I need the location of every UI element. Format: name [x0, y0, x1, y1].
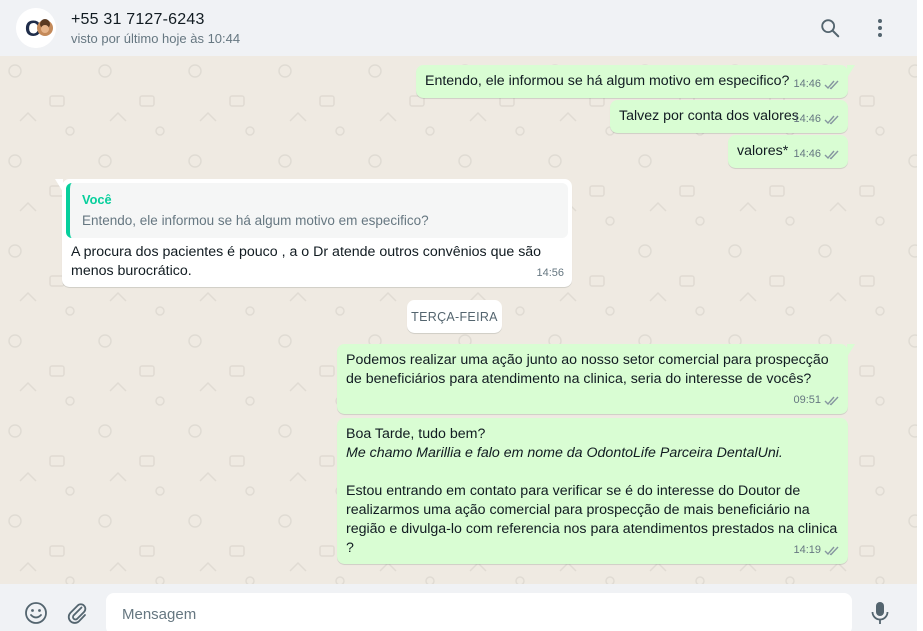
message-time: 14:56 [536, 267, 564, 279]
search-icon[interactable] [816, 14, 844, 42]
quote-author: Você [82, 192, 112, 207]
message-text-line: ? [346, 540, 354, 556]
message-meta: 14:46 [793, 75, 840, 94]
double-check-icon [824, 80, 839, 90]
message-text-line: Estou entrando em contato para verificar… [346, 483, 801, 499]
double-check-icon [824, 115, 839, 125]
contact-info[interactable]: +55 31 7127-6243 visto por último hoje à… [71, 9, 240, 48]
message-text-line: menos burocrático. [71, 263, 192, 279]
bubble-tail [847, 344, 855, 357]
message-time: 14:46 [793, 78, 821, 90]
message-text-line: região e divulga-lo com referencia nos p… [346, 521, 838, 537]
message-text-line-italic: Me chamo Marillia e falo em nome da Odon… [346, 445, 783, 461]
message-text-line: A procura dos pacientes é pouco , a o Dr… [71, 244, 542, 260]
message-text: Entendo, ele informou se há algum motivo… [425, 73, 790, 89]
menu-icon[interactable] [866, 14, 894, 42]
contact-name: +55 31 7127-6243 [71, 10, 205, 28]
message-input[interactable] [106, 593, 852, 631]
message-time: 14:46 [793, 113, 821, 125]
composer-bar [0, 584, 917, 631]
double-check-icon [824, 546, 839, 556]
day-separator: TERÇA-FEIRA [407, 300, 502, 333]
message-meta: 14:56 [536, 264, 564, 283]
message-time: 14:19 [793, 544, 821, 556]
bubble-tail [55, 179, 63, 192]
message-text-line: Boa Tarde, tudo bem? [346, 426, 486, 442]
message-time: 14:46 [793, 148, 821, 160]
double-check-icon [824, 150, 839, 160]
message-meta: 09:51 [793, 391, 840, 410]
avatar[interactable]: C [16, 8, 56, 48]
double-check-icon [824, 396, 839, 406]
message-bubble-outgoing[interactable]: valores* 14:46 [728, 135, 848, 168]
message-time: 09:51 [793, 394, 821, 406]
chat-header: C +55 31 7127-6243 visto por último hoje… [0, 0, 917, 56]
message-text-line: de beneficiários para atendimento na cli… [346, 371, 812, 387]
attach-icon[interactable] [64, 600, 90, 626]
mic-icon[interactable] [867, 600, 893, 626]
message-text-line: realizarmos uma ação comercial para pros… [346, 502, 810, 518]
message-bubble-outgoing[interactable]: Entendo, ele informou se há algum motivo… [416, 65, 855, 98]
message-text: valores* [737, 143, 789, 159]
quote-text: Entendo, ele informou se há algum motivo… [82, 213, 429, 228]
message-bubble-incoming[interactable]: Você Entendo, ele informou se há algum m… [55, 179, 572, 287]
bubble-tail [847, 65, 855, 78]
message-bubble-outgoing[interactable]: Boa Tarde, tudo bem? Me chamo Marillia e… [337, 418, 848, 564]
message-meta: 14:46 [793, 110, 840, 129]
message-bubble-outgoing[interactable]: Podemos realizar uma ação junto ao nosso… [337, 344, 855, 414]
quoted-message[interactable]: Você Entendo, ele informou se há algum m… [66, 183, 568, 238]
message-text: Talvez por conta dos valores [619, 108, 799, 124]
message-text-line: Podemos realizar uma ação junto ao nosso… [346, 352, 829, 368]
message-meta: 14:46 [793, 145, 840, 164]
message-bubble-outgoing[interactable]: Talvez por conta dos valores 14:46 [610, 100, 848, 133]
contact-status: visto por último hoje às 10:44 [71, 30, 241, 46]
emoji-icon[interactable] [23, 600, 49, 626]
avatar-image: C [16, 8, 56, 48]
message-meta: 14:19 [793, 541, 840, 560]
window-edge [917, 0, 923, 631]
